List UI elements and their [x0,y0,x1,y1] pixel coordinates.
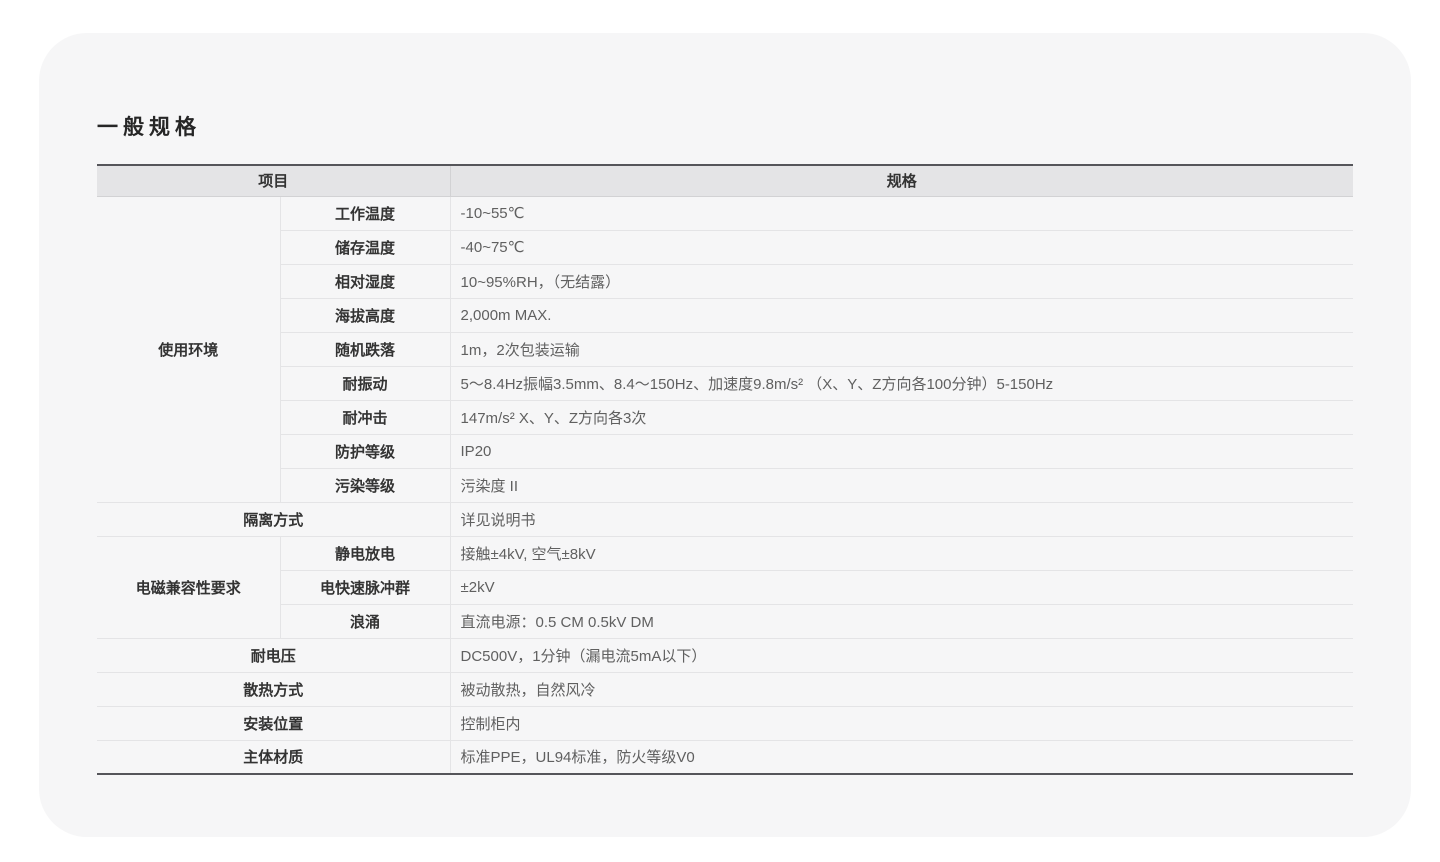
table-header-row: 项目 规格 [97,165,1353,196]
table-row: 隔离方式 详见说明书 [97,502,1353,536]
table-row: 浪涌 直流电源：0.5 CM 0.5kV DM [97,604,1353,638]
table-row: 散热方式 被动散热，自然风冷 [97,672,1353,706]
table-row: 耐电压 DC500V，1分钟（漏电流5mA以下） [97,638,1353,672]
value-cell: 接触±4kV, 空气±8kV [450,536,1353,570]
category-cell: 使用环境 [97,196,280,502]
subitem-cell: 工作温度 [280,196,450,230]
subitem-cell: 相对湿度 [280,264,450,298]
subitem-cell: 耐冲击 [280,400,450,434]
subitem-cell: 电快速脉冲群 [280,570,450,604]
value-cell: 1m，2次包装运输 [450,332,1353,366]
merged-label-cell: 散热方式 [97,672,450,706]
section-title: 一般规格 [97,115,1353,140]
table-row: 相对湿度 10~95%RH，（无结露） [97,264,1353,298]
value-cell: 10~95%RH，（无结露） [450,264,1353,298]
table-row: 随机跌落 1m，2次包装运输 [97,332,1353,366]
subitem-cell: 污染等级 [280,468,450,502]
table-row: 防护等级 IP20 [97,434,1353,468]
value-cell: -40~75℃ [450,230,1353,264]
value-cell: 147m/s² X、Y、Z方向各3次 [450,400,1353,434]
table-row: 污染等级 污染度 II [97,468,1353,502]
value-cell: 污染度 II [450,468,1353,502]
table-row: 储存温度 -40~75℃ [97,230,1353,264]
value-cell: ±2kV [450,570,1353,604]
value-cell: -10~55℃ [450,196,1353,230]
table-row: 使用环境 工作温度 -10~55℃ [97,196,1353,230]
table-row: 海拔高度 2,000m MAX. [97,298,1353,332]
merged-label-cell: 安装位置 [97,706,450,740]
value-cell: 标准PPE，UL94标准，防火等级V0 [450,740,1353,774]
subitem-cell: 耐振动 [280,366,450,400]
subitem-cell: 海拔高度 [280,298,450,332]
subitem-cell: 储存温度 [280,230,450,264]
column-header-spec: 规格 [450,165,1353,196]
table-row: 主体材质 标准PPE，UL94标准，防火等级V0 [97,740,1353,774]
value-cell: DC500V，1分钟（漏电流5mA以下） [450,638,1353,672]
value-cell: 直流电源：0.5 CM 0.5kV DM [450,604,1353,638]
column-header-item: 项目 [97,165,450,196]
category-cell: 电磁兼容性要求 [97,536,280,638]
subitem-cell: 防护等级 [280,434,450,468]
table-row: 电快速脉冲群 ±2kV [97,570,1353,604]
table-row: 耐冲击 147m/s² X、Y、Z方向各3次 [97,400,1353,434]
spec-card: 一般规格 项目 规格 使用环境 工作温度 -10~55℃ 储存温度 -40~75… [39,33,1411,837]
table-row: 耐振动 5～8.4Hz振幅3.5mm、8.4～150Hz、加速度9.8m/s² … [97,366,1353,400]
merged-label-cell: 耐电压 [97,638,450,672]
subitem-cell: 随机跌落 [280,332,450,366]
table-row: 电磁兼容性要求 静电放电 接触±4kV, 空气±8kV [97,536,1353,570]
value-cell: 详见说明书 [450,502,1353,536]
spec-table: 项目 规格 使用环境 工作温度 -10~55℃ 储存温度 -40~75℃ 相对湿… [97,164,1353,775]
table-row: 安装位置 控制柜内 [97,706,1353,740]
value-cell: 2,000m MAX. [450,298,1353,332]
value-cell: 5～8.4Hz振幅3.5mm、8.4～150Hz、加速度9.8m/s² （X、Y… [450,366,1353,400]
merged-label-cell: 主体材质 [97,740,450,774]
value-cell: IP20 [450,434,1353,468]
subitem-cell: 浪涌 [280,604,450,638]
subitem-cell: 静电放电 [280,536,450,570]
merged-label-cell: 隔离方式 [97,502,450,536]
value-cell: 控制柜内 [450,706,1353,740]
value-cell: 被动散热，自然风冷 [450,672,1353,706]
